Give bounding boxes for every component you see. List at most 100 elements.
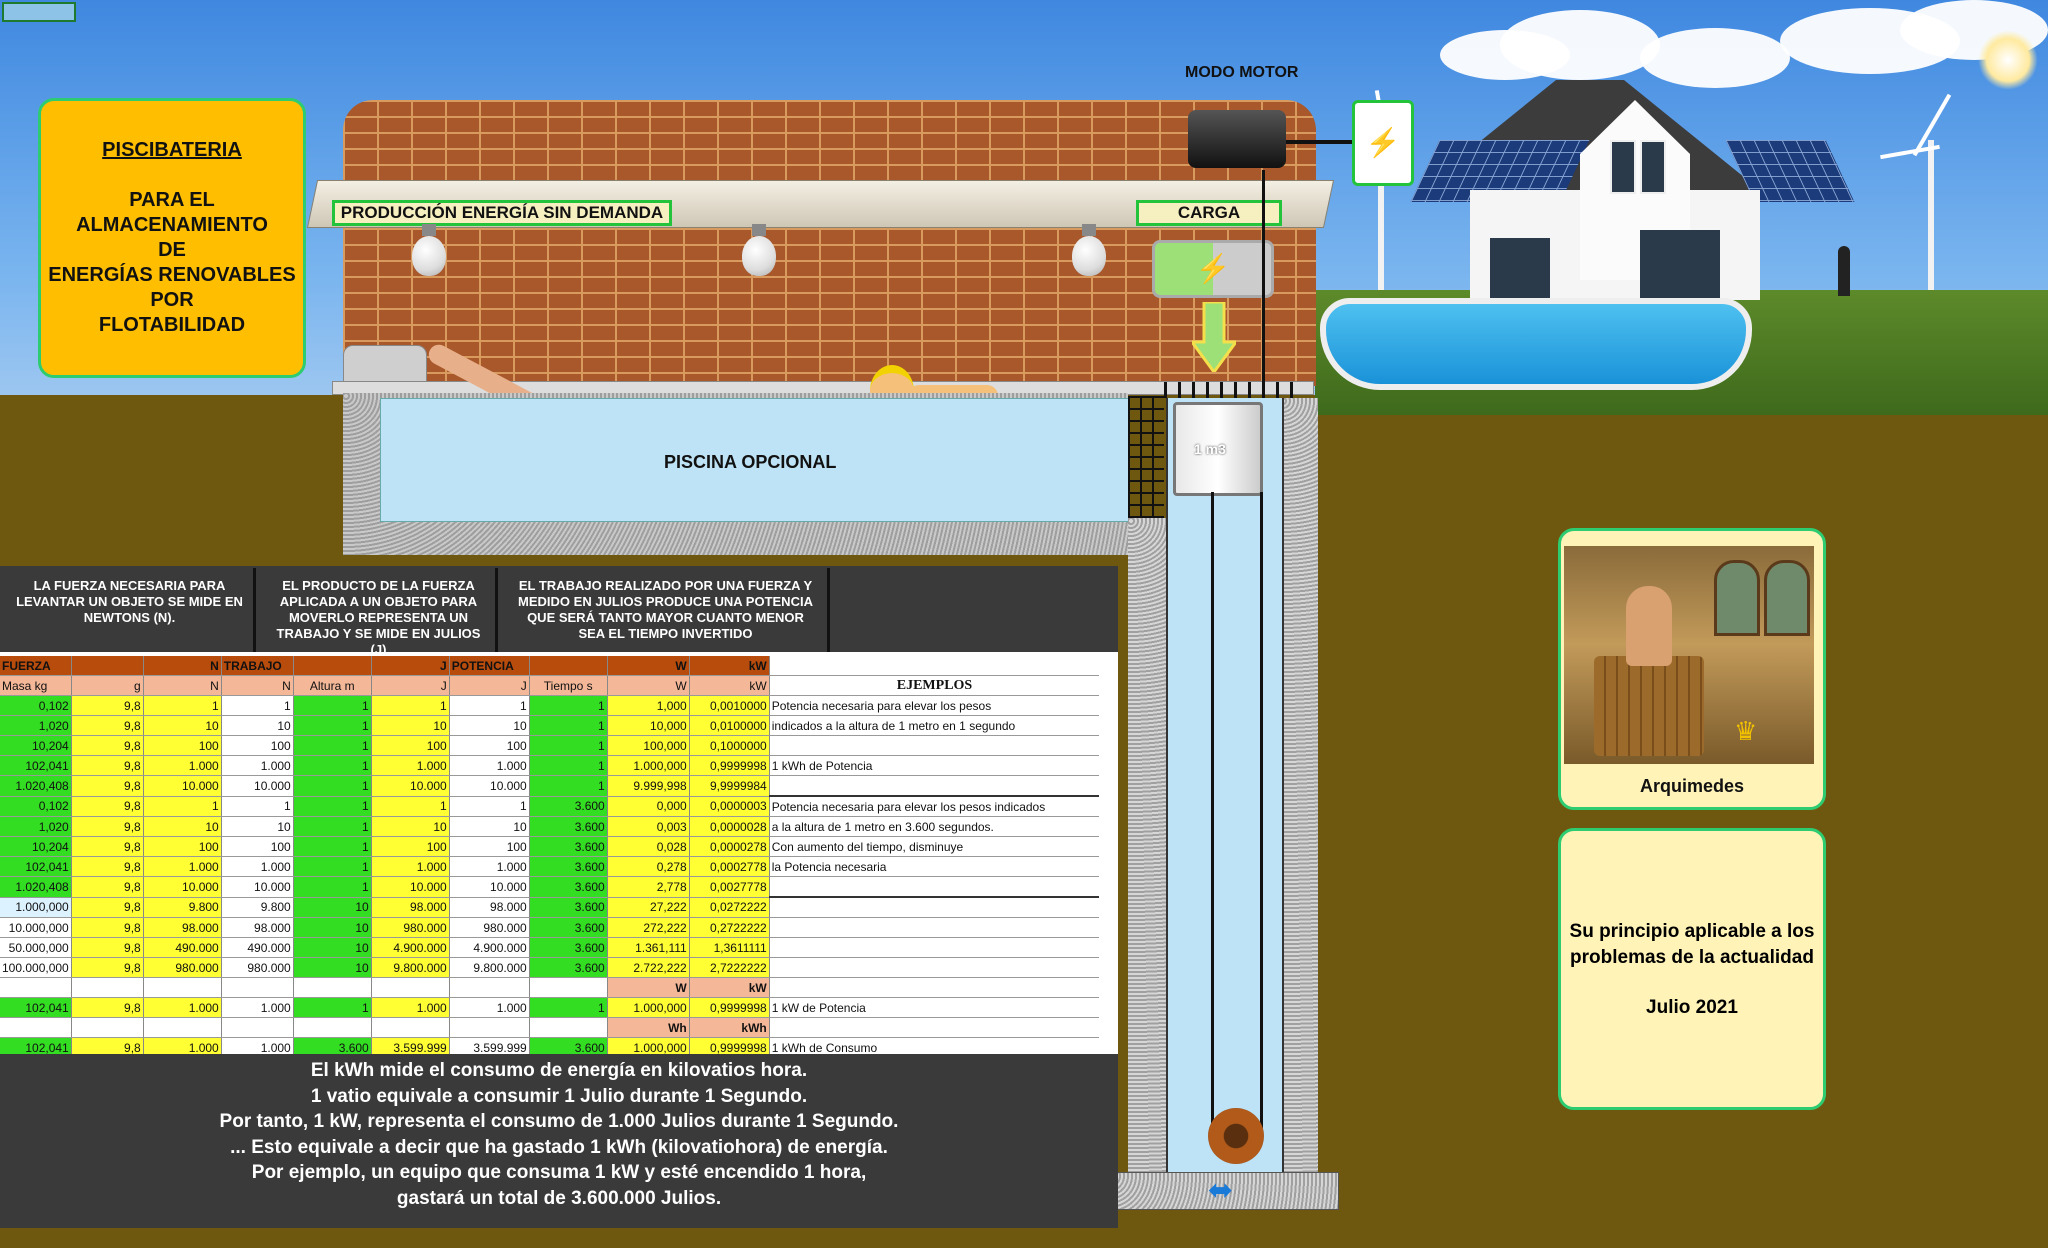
table-cell[interactable]: 100: [143, 836, 222, 857]
table-cell[interactable]: 0,102: [0, 796, 72, 817]
table-cell[interactable]: 1.000,000: [0, 897, 72, 918]
table-cell[interactable]: 102,041: [0, 755, 72, 776]
table-cell[interactable]: 50.000,000: [0, 937, 72, 958]
table-cell[interactable]: 0,0000003: [689, 796, 770, 817]
table-cell[interactable]: 10,204: [0, 836, 72, 857]
table-cell[interactable]: 102,041: [0, 856, 72, 877]
table-cell[interactable]: 1: [221, 796, 294, 817]
table-cell[interactable]: 98.000: [221, 917, 294, 938]
table-cell[interactable]: 10: [293, 957, 372, 978]
table-cell[interactable]: 1: [449, 695, 530, 716]
table-cell[interactable]: 1: [293, 715, 372, 736]
table-cell[interactable]: 10: [221, 715, 294, 736]
table-cell[interactable]: 1: [371, 796, 450, 817]
table-cell[interactable]: 980.000: [449, 917, 530, 938]
table-cell[interactable]: 2,778: [607, 876, 690, 898]
table-cell[interactable]: 3.600: [529, 876, 608, 898]
table-cell[interactable]: 3.600: [529, 937, 608, 958]
table-cell[interactable]: 102,041: [0, 997, 72, 1018]
table-cell[interactable]: 0,0000028: [689, 816, 770, 837]
table-cell[interactable]: 490.000: [221, 937, 294, 958]
table-cell[interactable]: 9,8: [71, 755, 144, 776]
table-cell[interactable]: 9,8: [71, 816, 144, 837]
table-cell[interactable]: 0,0100000: [689, 715, 770, 736]
table-cell[interactable]: 100: [143, 735, 222, 756]
table-cell[interactable]: 9,8: [71, 997, 144, 1018]
table-cell[interactable]: 98.000: [143, 917, 222, 938]
table-cell[interactable]: 0,003: [607, 816, 690, 837]
table-cell[interactable]: 1: [221, 695, 294, 716]
table-cell[interactable]: 1: [529, 715, 608, 736]
table-cell[interactable]: 10.000: [143, 775, 222, 797]
table-cell[interactable]: 10: [293, 917, 372, 938]
table-cell[interactable]: 1: [293, 755, 372, 776]
table-cell[interactable]: 980.000: [371, 917, 450, 938]
table-cell[interactable]: 98.000: [371, 897, 450, 918]
table-cell[interactable]: 1.000: [143, 997, 222, 1018]
table-cell[interactable]: 1.000: [221, 755, 294, 776]
table-cell[interactable]: 100: [449, 735, 530, 756]
table-cell[interactable]: 3.600: [529, 897, 608, 918]
table-cell[interactable]: 0,0000278: [689, 836, 770, 857]
table-cell[interactable]: 9.800: [143, 897, 222, 918]
table-cell[interactable]: 1,000: [607, 695, 690, 716]
table-cell[interactable]: 10: [449, 715, 530, 736]
table-cell[interactable]: 9,8: [71, 856, 144, 877]
table-cell[interactable]: 9,8: [71, 735, 144, 756]
table-cell[interactable]: 980.000: [221, 957, 294, 978]
table-cell[interactable]: 3.600: [529, 816, 608, 837]
table-cell[interactable]: 9,8: [71, 796, 144, 817]
table-cell[interactable]: 0,1000000: [689, 735, 770, 756]
table-cell[interactable]: 3.600: [529, 856, 608, 877]
table-cell[interactable]: 9.999,998: [607, 775, 690, 797]
table-cell[interactable]: 9,8: [71, 775, 144, 797]
table-cell[interactable]: 9,8: [71, 937, 144, 958]
table-cell[interactable]: 1: [529, 997, 608, 1018]
table-cell[interactable]: 10: [293, 937, 372, 958]
table-cell[interactable]: 1: [293, 735, 372, 756]
table-cell[interactable]: 10,000: [607, 715, 690, 736]
table-cell[interactable]: 10: [449, 816, 530, 837]
table-cell[interactable]: 1.020,408: [0, 876, 72, 898]
table-cell[interactable]: 100: [449, 836, 530, 857]
table-cell[interactable]: 10,204: [0, 735, 72, 756]
table-cell[interactable]: 9,8: [71, 715, 144, 736]
table-cell[interactable]: 1: [371, 695, 450, 716]
table-cell[interactable]: 9,9999984: [689, 775, 770, 797]
table-cell[interactable]: 0,0010000: [689, 695, 770, 716]
table-cell[interactable]: 9,8: [71, 897, 144, 918]
table-cell[interactable]: 10: [293, 897, 372, 918]
table-cell[interactable]: 100: [371, 836, 450, 857]
cell-selector[interactable]: [2, 2, 76, 22]
table-cell[interactable]: 9,8: [71, 917, 144, 938]
table-cell[interactable]: 1: [293, 997, 372, 1018]
table-cell[interactable]: 10: [143, 715, 222, 736]
table-cell[interactable]: 0,000: [607, 796, 690, 817]
table-cell[interactable]: 1: [293, 876, 372, 898]
table-cell[interactable]: 10.000: [449, 775, 530, 797]
table-cell[interactable]: 272,222: [607, 917, 690, 938]
table-cell[interactable]: 100: [371, 735, 450, 756]
table-cell[interactable]: 1: [293, 816, 372, 837]
table-cell[interactable]: 100: [221, 735, 294, 756]
table-cell[interactable]: 1: [143, 796, 222, 817]
table-cell[interactable]: 1.020,408: [0, 775, 72, 797]
table-cell[interactable]: 0,102: [0, 695, 72, 716]
table-cell[interactable]: 1: [529, 695, 608, 716]
table-cell[interactable]: 1.361,111: [607, 937, 690, 958]
table-cell[interactable]: 0,2722222: [689, 917, 770, 938]
table-cell[interactable]: 3.600: [529, 836, 608, 857]
table-cell[interactable]: 10: [221, 816, 294, 837]
table-cell[interactable]: 27,222: [607, 897, 690, 918]
table-cell[interactable]: 1,020: [0, 816, 72, 837]
table-cell[interactable]: 9,8: [71, 695, 144, 716]
table-cell[interactable]: 98.000: [449, 897, 530, 918]
table-cell[interactable]: 0,0272222: [689, 897, 770, 918]
table-cell[interactable]: 1: [529, 755, 608, 776]
table-cell[interactable]: 1.000,000: [607, 997, 690, 1018]
table-cell[interactable]: 0,278: [607, 856, 690, 877]
table-cell[interactable]: 1.000: [449, 755, 530, 776]
table-cell[interactable]: 1.000: [143, 856, 222, 877]
table-cell[interactable]: 1,3611111: [689, 937, 770, 958]
table-cell[interactable]: 10.000: [221, 775, 294, 797]
